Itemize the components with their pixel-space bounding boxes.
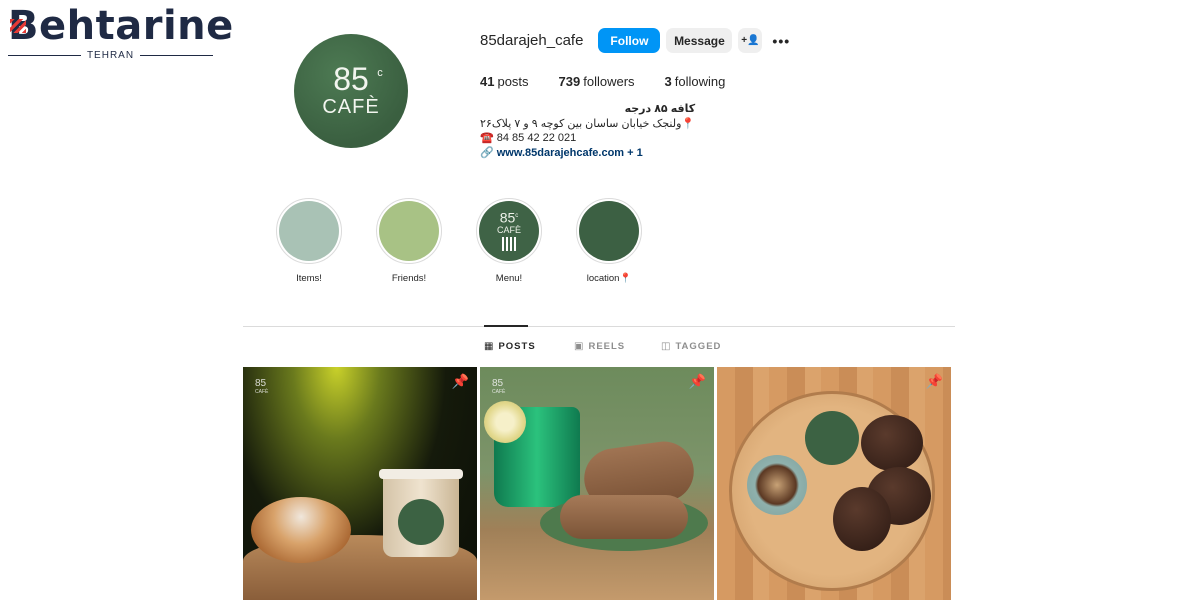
message-button[interactable]: Message [666,28,733,53]
grid-icon: ▦ [484,341,495,352]
bio-phone: ☎️ 84 85 42 22 021 [480,132,577,144]
posts-stat: 41 posts [480,74,529,89]
avatar-unit: c [377,66,383,79]
post-mark-num: 85 [492,378,504,389]
watermark-rule [140,55,213,56]
post-tile[interactable]: 📌 [717,367,951,600]
post-mark-word: CAFÈ [255,389,269,395]
active-tab-indicator [484,325,528,327]
reels-icon: ▣ [574,341,585,352]
watermark-rule [8,55,81,56]
avatar-number-text: 85 [333,60,369,97]
avatar-number: 85 c [333,60,383,97]
tagged-icon: ◫ [661,341,672,352]
highlight-label: Menu! [495,273,523,284]
highlight-location[interactable]: location📍 [569,198,649,284]
watermark-brand: Behtarine [8,3,233,49]
following-count: 3 [664,74,672,89]
qr-code-icon [502,236,516,251]
tab-tagged[interactable]: ◫ TAGGED [661,341,721,352]
posts-label: posts [497,74,529,89]
watermark-b-letter: B [8,3,39,49]
highlight-friends[interactable]: Friends! [369,198,449,284]
menu-cover-num: 85 [499,209,516,226]
profile-stats: 41 posts 739 followers 3 following [480,74,725,89]
highlight-cover: 85c CAFÈ [479,201,539,261]
post-photo-badge [805,411,859,465]
more-options-icon[interactable]: ••• [772,33,790,49]
post-tile[interactable]: 85 CAFÈ 📌 [480,367,714,600]
watermark-city: TEHRAN [86,50,135,61]
menu-cover-unit: c [515,213,519,219]
highlight-label: Friends! [391,273,427,284]
pin-icon: 📌 [451,373,469,389]
tab-reels-label: REELS [588,341,626,352]
profile-avatar[interactable]: 85 c CAFÈ [294,34,408,148]
post-photo-pastry [251,497,351,563]
follow-button[interactable]: Follow [598,28,661,53]
post-photo-cookie [833,487,891,551]
tab-posts[interactable]: ▦ POSTS [484,341,536,352]
post-photo-cup [379,469,463,557]
post-photo-cup-badge [398,499,444,545]
followers-stat[interactable]: 739 followers [559,74,635,89]
tab-tagged-label: TAGGED [675,341,722,352]
post-mark-num: 85 [255,378,267,389]
post-photo-coffee [747,455,807,515]
bio-link[interactable]: 🔗 www.85darajehcafe.com + 1 [480,146,695,161]
post-mark-word: CAFÈ [492,389,506,395]
tab-reels[interactable]: ▣ REELS [574,341,625,352]
post-tile[interactable]: 85 CAFÈ 📌 [243,367,477,600]
post-photo-lemon [484,401,526,443]
posts-count: 41 [480,74,495,89]
following-label: following [674,74,726,89]
pin-icon: 📌 [925,373,943,389]
bio-address: 📍ولنجک خیابان ساسان بین کوچه ۹ و ۷ پلاک۲… [480,117,696,130]
menu-cover-number: 85c [500,210,519,225]
watermark-city-row: TEHRAN [8,50,213,61]
tab-posts-label: POSTS [498,341,536,352]
menu-cover-word: CAFÈ [496,224,521,235]
link-icon: 🔗 [480,146,494,159]
tabs-divider [243,326,955,327]
pin-icon: 📌 [688,373,706,389]
followers-count: 739 [558,74,581,89]
bio-name: کافه ۸۵ درجه [624,103,696,115]
watermark-brand-rest: ehtarine [39,3,234,49]
profile-bio: کافه ۸۵ درجه 📍ولنجک خیابان ساسان بین کوچ… [480,102,695,160]
highlight-label: location📍 [586,273,632,284]
highlight-ring [276,198,342,264]
highlight-menu[interactable]: 85c CAFÈ Menu! [469,198,549,284]
highlight-ring [576,198,642,264]
highlight-items[interactable]: Items! [269,198,349,284]
post-photo-cookie [861,415,923,471]
post-logo-mark: 85 CAFÈ [255,379,268,397]
highlight-ring [376,198,442,264]
highlight-ring: 85c CAFÈ [476,198,542,264]
highlight-cover [379,201,439,261]
avatar-word: CAFÈ [322,95,380,118]
bio-link-text: www.85darajehcafe.com + 1 [496,146,643,159]
add-user-icon: +👤 [741,35,760,46]
post-photo-wrap [560,495,688,539]
highlight-cover [279,201,339,261]
profile-username: 85darajeh_cafe [480,32,584,49]
followers-label: followers [583,74,635,89]
suggest-user-button[interactable]: +👤 [738,28,763,53]
profile-header-row: 85darajeh_cafe Follow Message +👤 ••• [480,28,790,53]
post-logo-mark: 85 CAFÈ [492,379,505,397]
highlight-label: Items! [296,273,322,284]
watermark-logo: Behtarine TEHRAN [8,3,233,62]
following-stat[interactable]: 3 following [665,74,726,89]
highlight-cover [579,201,639,261]
